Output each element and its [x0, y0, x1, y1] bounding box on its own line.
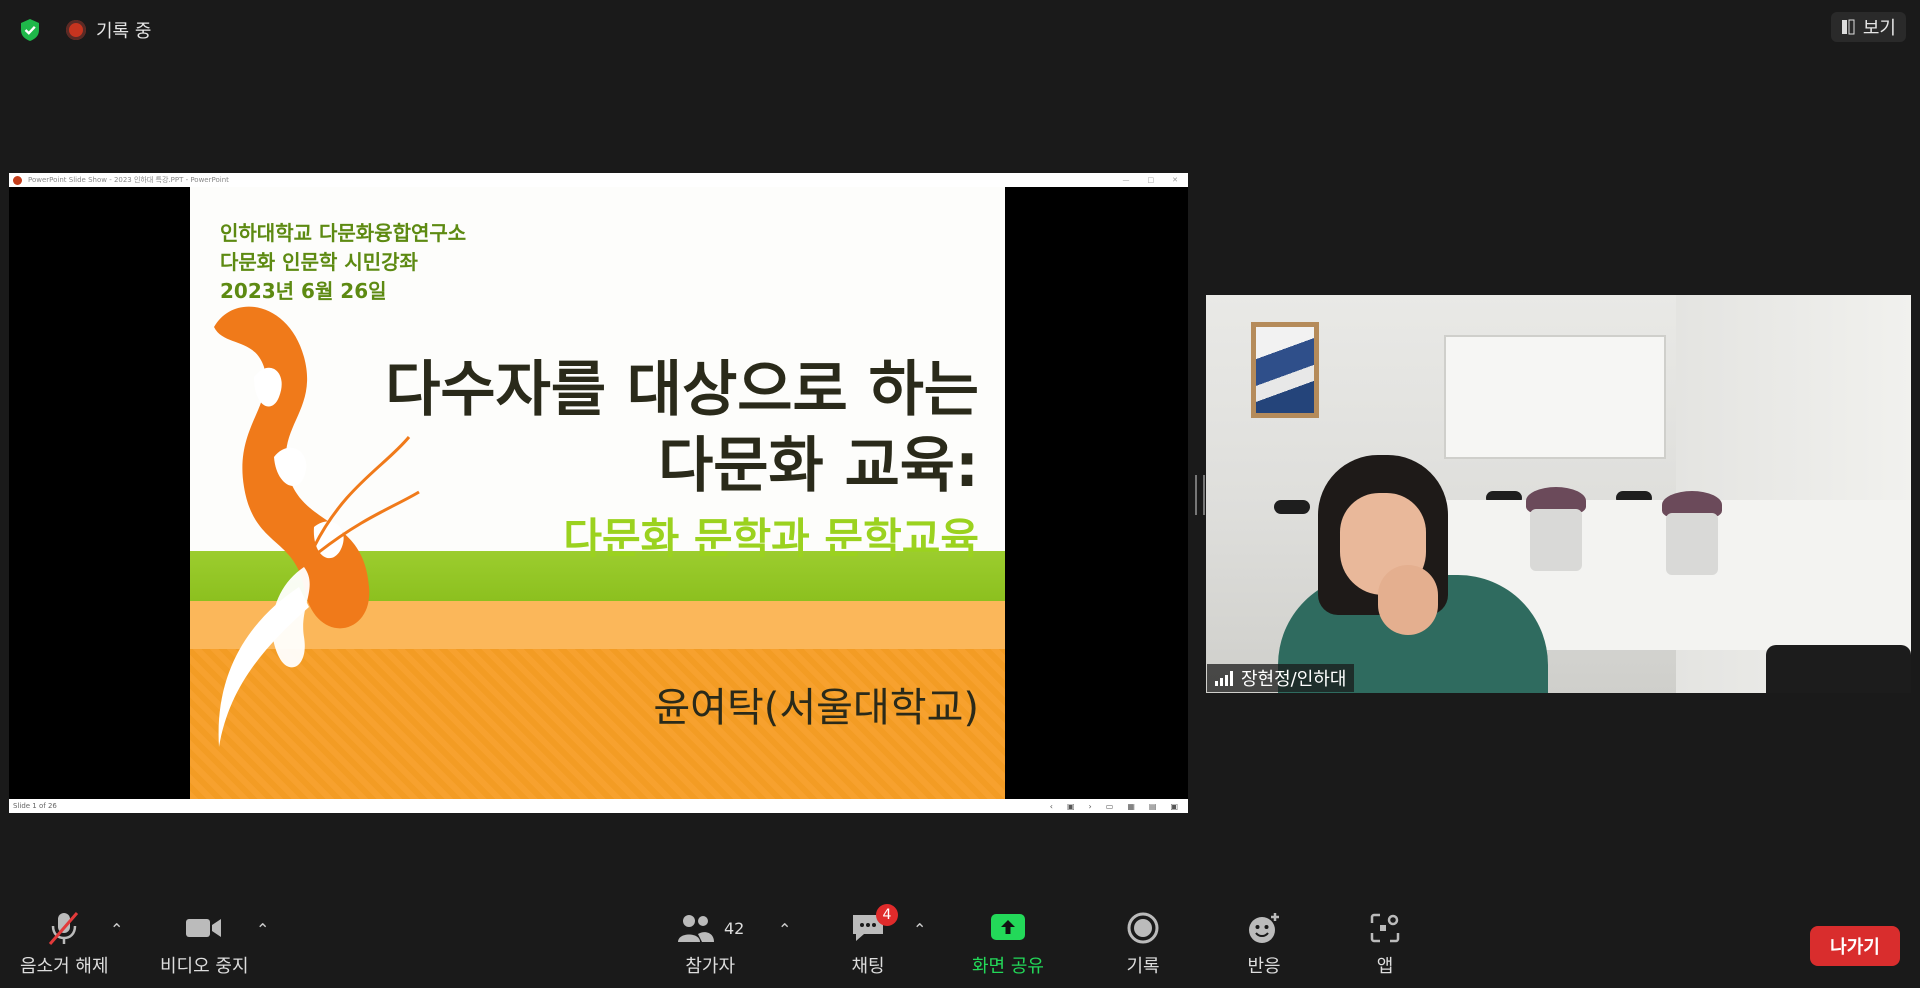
- video-chair-back: [1766, 645, 1911, 693]
- participants-icon: [678, 915, 714, 942]
- recording-indicator[interactable]: 기록 중: [66, 14, 151, 46]
- video-camera-icon: [184, 910, 224, 946]
- video-whiteboard: [1444, 335, 1666, 459]
- audio-options-chevron-up-icon[interactable]: ⌃: [110, 920, 123, 939]
- ppt-title-text: PowerPoint Slide Show - 2023 인하대 특강.PPT …: [28, 176, 229, 184]
- view-label: 보기: [1862, 18, 1896, 39]
- window-controls: — □ ✕: [1122, 176, 1179, 184]
- slide-org-line: 2023년 6월 26일: [220, 279, 387, 303]
- slide-org-line: 인하대학교 다문화융합연구소: [220, 221, 467, 245]
- slide-title-line: 다수자를 대상으로 하는: [385, 355, 979, 425]
- record-icon: [1126, 910, 1160, 946]
- security-shield-icon[interactable]: [12, 15, 48, 45]
- participants-count: 42: [724, 918, 745, 938]
- record-label: 기록: [1126, 956, 1160, 977]
- slide-author: 윤여탁(서울대학교): [653, 685, 979, 731]
- video-plant-pot: [1666, 513, 1718, 575]
- reaction-smiley-icon: [1246, 910, 1282, 946]
- leave-meeting-button[interactable]: 나가기: [1810, 926, 1900, 966]
- slide-nav-controls[interactable]: ‹ ▣ › ▭ ▦ ▤ ▣: [1050, 802, 1178, 811]
- share-screen-icon: [989, 910, 1027, 946]
- share-screen-label: 화면 공유: [972, 956, 1044, 977]
- participants-icon-group: 42: [676, 910, 744, 946]
- person-hand: [1378, 565, 1438, 635]
- participants-label: 참가자: [685, 956, 736, 977]
- chat-button[interactable]: 4 채팅: [850, 904, 898, 978]
- ppt-titlebar: PowerPoint Slide Show - 2023 인하대 특강.PPT …: [9, 173, 1188, 187]
- slide-org-text: 인하대학교 다문화융합연구소 다문화 인문학 시민강좌 2023년 6월 26일: [220, 219, 466, 306]
- shared-screen: PowerPoint Slide Show - 2023 인하대 특강.PPT …: [9, 173, 1188, 813]
- chat-unread-badge: 4: [876, 904, 898, 926]
- slide-org-line: 다문화 인문학 시민강좌: [220, 250, 418, 274]
- view-layout-icon: [1841, 19, 1855, 35]
- chat-icon-wrap: 4: [850, 904, 898, 946]
- participant-video[interactable]: [1206, 295, 1911, 693]
- slide-title: 다수자를 대상으로 하는 다문화 교육:: [385, 352, 979, 504]
- participants-options-chevron-up-icon[interactable]: ⌃: [778, 920, 791, 939]
- video-options-chevron-up-icon[interactable]: ⌃: [256, 920, 269, 939]
- participants-button[interactable]: 42 참가자: [676, 910, 744, 978]
- apps-button[interactable]: 앱: [1369, 910, 1401, 978]
- slide-subtitle: 다문화 문학과 문학교육: [563, 514, 979, 563]
- video-person: [1278, 455, 1548, 693]
- unmute-button[interactable]: 음소거 해제: [20, 910, 109, 978]
- record-button[interactable]: 기록: [1126, 910, 1160, 978]
- stop-video-label: 비디오 중지: [160, 956, 249, 977]
- slide-counter: Slide 1 of 26: [13, 802, 57, 810]
- share-screen-button[interactable]: 화면 공유: [972, 910, 1044, 978]
- chat-options-chevron-up-icon[interactable]: ⌃: [913, 920, 926, 939]
- stop-video-button[interactable]: 비디오 중지: [160, 910, 249, 978]
- resize-handle[interactable]: [1195, 475, 1205, 515]
- signal-strength-icon: [1215, 670, 1233, 686]
- reactions-label: 반응: [1247, 956, 1281, 977]
- apps-icon: [1369, 910, 1401, 946]
- slide-title-line: 다문화 교육:: [658, 431, 979, 501]
- microphone-muted-icon: [44, 910, 84, 946]
- participant-name: 장현정/인하대: [1241, 669, 1347, 690]
- powerpoint-icon: [13, 175, 22, 185]
- video-wall-art: [1251, 322, 1319, 418]
- recording-label: 기록 중: [96, 21, 152, 42]
- unmute-label: 음소거 해제: [20, 956, 109, 977]
- chat-label: 채팅: [851, 956, 885, 977]
- apps-label: 앱: [1376, 956, 1394, 977]
- recording-dot-icon: [66, 20, 86, 40]
- participant-name-tag: 장현정/인하대: [1207, 664, 1355, 692]
- reactions-button[interactable]: 반응: [1246, 910, 1282, 978]
- presentation-slide: 인하대학교 다문화융합연구소 다문화 인문학 시민강좌 2023년 6월 26일…: [190, 187, 1005, 799]
- ppt-statusbar: Slide 1 of 26 ‹ ▣ › ▭ ▦ ▤ ▣: [9, 799, 1188, 813]
- view-button[interactable]: 보기: [1830, 12, 1906, 42]
